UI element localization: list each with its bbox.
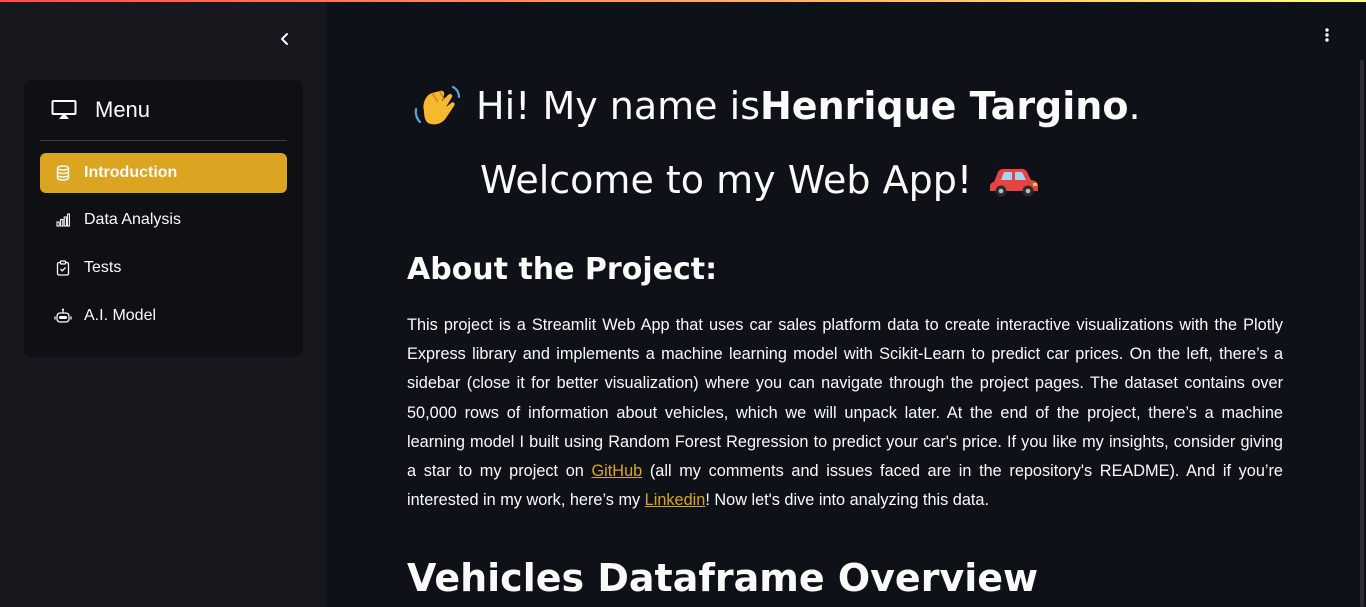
sidebar-item-label: A.I. Model bbox=[84, 307, 157, 324]
menu-title: Menu bbox=[95, 97, 151, 122]
car-icon bbox=[988, 160, 1040, 200]
about-text-3: ! Now let's dive into analyzing this dat… bbox=[705, 491, 989, 510]
greeting-prefix: Hi! My name is bbox=[476, 84, 760, 128]
sidebar-collapse-button[interactable] bbox=[274, 29, 296, 51]
bar-chart-icon bbox=[54, 211, 72, 229]
top-decoration-bar bbox=[0, 0, 1366, 2]
about-paragraph: This project is a Streamlit Web App that… bbox=[407, 311, 1283, 515]
sidebar-item-label: Introduction bbox=[84, 164, 178, 181]
sidebar-item-tests[interactable]: Tests bbox=[40, 248, 287, 288]
about-heading: About the Project: bbox=[407, 252, 718, 287]
database-icon bbox=[54, 164, 72, 182]
main-content: Hi! My name is Henrique Targino. Welcome… bbox=[327, 0, 1360, 607]
menu-header: Menu bbox=[40, 80, 287, 141]
sidebar-item-label: Tests bbox=[84, 259, 122, 276]
greeting-suffix: . bbox=[1128, 84, 1141, 128]
about-text-1: This project is a Streamlit Web App that… bbox=[407, 316, 1283, 481]
greeting-name: Henrique Targino bbox=[760, 84, 1129, 128]
sidebar-item-introduction[interactable]: Introduction bbox=[40, 153, 287, 193]
greeting-heading: Hi! My name is Henrique Targino. bbox=[412, 78, 1141, 134]
github-link[interactable]: GitHub bbox=[592, 462, 643, 480]
sidebar-item-label: Data Analysis bbox=[84, 211, 181, 228]
clipboard-check-icon bbox=[54, 259, 72, 277]
robot-icon bbox=[54, 307, 72, 325]
welcome-heading: Welcome to my Web App! bbox=[480, 152, 1040, 208]
sidebar-item-ai-model[interactable]: A.I. Model bbox=[40, 296, 287, 336]
sidebar-menu: Menu Introduction Data Analysis Tests A.… bbox=[24, 80, 303, 357]
overview-heading: Vehicles Dataframe Overview bbox=[407, 556, 1039, 600]
linkedin-link[interactable]: Linkedin bbox=[645, 491, 706, 509]
welcome-text: Welcome to my Web App! bbox=[480, 158, 973, 202]
chevron-left-icon bbox=[278, 31, 292, 50]
main-scrollbar[interactable] bbox=[1360, 60, 1364, 607]
monitor-icon bbox=[51, 99, 79, 121]
sidebar-item-data-analysis[interactable]: Data Analysis bbox=[40, 200, 287, 240]
sidebar: Menu Introduction Data Analysis Tests A.… bbox=[0, 0, 327, 607]
waving-hand-icon bbox=[412, 81, 462, 131]
